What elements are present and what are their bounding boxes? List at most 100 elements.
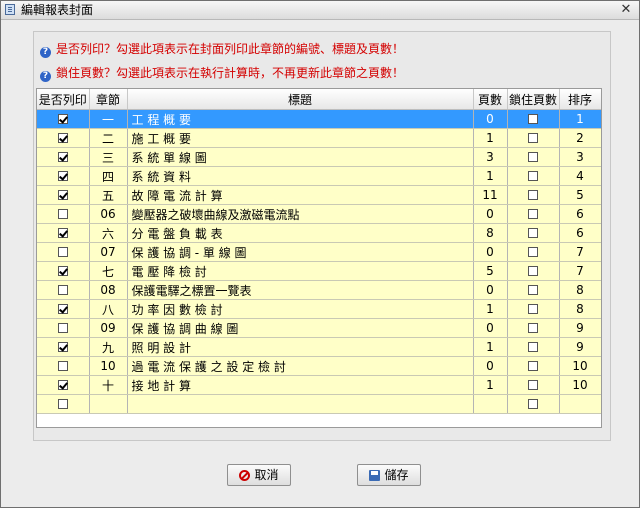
title-cell[interactable]: 故 障 電 流 計 算 [127,185,474,205]
print-checkbox[interactable] [57,190,68,200]
pages-cell[interactable]: 1 [473,375,508,395]
lock-cell[interactable] [507,337,560,357]
lock-cell[interactable] [507,394,560,414]
table-row[interactable]: 08 保護電驛之標置一覽表 0 8 [37,280,601,300]
col-header-title[interactable]: 標題 [127,89,474,110]
print-checkbox[interactable] [57,247,68,257]
lock-checkbox[interactable] [528,323,538,333]
lock-checkbox[interactable] [528,304,538,314]
chapter-cell[interactable]: 五 [89,185,128,205]
pages-cell[interactable] [473,394,508,414]
table-row[interactable]: 八功 率 因 數 檢 討1 8 [37,299,601,319]
print-cell[interactable] [37,280,90,300]
title-cell[interactable]: 過 電 流 保 護 之 設 定 檢 討 [127,356,474,376]
order-cell[interactable]: 3 [559,147,601,167]
lock-checkbox[interactable] [528,380,538,390]
lock-cell[interactable] [507,375,560,395]
lock-checkbox[interactable] [528,361,538,371]
print-cell[interactable] [37,166,90,186]
chapter-cell[interactable]: 一 [89,109,128,129]
lock-checkbox[interactable] [528,247,538,257]
order-cell[interactable]: 6 [559,223,601,243]
print-cell[interactable] [37,185,90,205]
chapter-cell[interactable]: 九 [89,337,128,357]
title-cell[interactable]: 分 電 盤 負 載 表 [127,223,474,243]
print-checkbox[interactable] [57,114,68,124]
title-cell[interactable]: 系 統 單 線 圖 [127,147,474,167]
table-row[interactable]: 一工 程 概 要0 1 [37,109,601,129]
order-cell[interactable]: 4 [559,166,601,186]
pages-cell[interactable]: 8 [473,223,508,243]
print-checkbox[interactable] [57,152,68,162]
lock-cell[interactable] [507,318,560,338]
order-cell[interactable]: 9 [559,337,601,357]
order-cell[interactable]: 10 [559,375,601,395]
print-checkbox[interactable] [57,266,68,276]
lock-checkbox[interactable] [528,342,538,352]
lock-cell[interactable] [507,128,560,148]
pages-cell[interactable]: 1 [473,128,508,148]
title-cell[interactable] [127,394,474,414]
table-row[interactable]: 06 變壓器之破壞曲線及激磁電流點 0 6 [37,204,601,224]
order-cell[interactable]: 6 [559,204,601,224]
title-cell[interactable]: 工 程 概 要 [127,109,474,129]
print-cell[interactable] [37,147,90,167]
title-cell[interactable]: 接 地 計 算 [127,375,474,395]
print-cell[interactable] [37,204,90,224]
title-cell[interactable]: 保 護 協 調 - 單 線 圖 [127,242,474,262]
table-row[interactable]: 五故 障 電 流 計 算 11 5 [37,185,601,205]
print-checkbox[interactable] [57,285,68,295]
save-button[interactable]: 儲存 [357,464,421,486]
order-cell[interactable]: 10 [559,356,601,376]
table-row[interactable]: 07 保 護 協 調 - 單 線 圖07 [37,242,601,262]
print-cell[interactable] [37,356,90,376]
lock-cell[interactable] [507,356,560,376]
lock-cell[interactable] [507,223,560,243]
print-checkbox[interactable] [57,380,68,390]
table-row[interactable]: 九照 明 設 計1 9 [37,337,601,357]
lock-checkbox[interactable] [528,285,538,295]
title-bar[interactable]: 編輯報表封面 ✕ [1,1,639,20]
lock-checkbox[interactable] [528,228,538,238]
lock-cell[interactable] [507,261,560,281]
print-checkbox[interactable] [57,361,68,371]
chapter-grid[interactable]: 是否列印 章節 標題 頁數 鎖住頁數 排序 一工 程 概 要01二施 工 概 要… [36,88,602,428]
order-cell[interactable]: 8 [559,299,601,319]
pages-cell[interactable]: 1 [473,337,508,357]
lock-cell[interactable] [507,280,560,300]
lock-checkbox[interactable] [528,190,538,200]
print-checkbox[interactable] [57,342,68,352]
cancel-button[interactable]: 取消 [227,464,291,486]
table-row[interactable] [37,394,601,414]
lock-checkbox[interactable] [528,152,538,162]
print-checkbox[interactable] [57,304,68,314]
order-cell[interactable]: 9 [559,318,601,338]
order-cell[interactable] [559,394,601,414]
chapter-cell[interactable]: 07 [89,242,128,262]
lock-cell[interactable] [507,147,560,167]
lock-cell[interactable] [507,299,560,319]
print-cell[interactable] [37,242,90,262]
chapter-cell[interactable]: 七 [89,261,128,281]
table-row[interactable]: 二施 工 概 要1 2 [37,128,601,148]
chapter-cell[interactable] [89,394,128,414]
print-cell[interactable] [37,261,90,281]
print-checkbox[interactable] [57,171,68,181]
title-cell[interactable]: 照 明 設 計 [127,337,474,357]
lock-cell[interactable] [507,166,560,186]
title-cell[interactable]: 系 統 資 料 [127,166,474,186]
col-header-pages[interactable]: 頁數 [473,89,508,110]
pages-cell[interactable]: 5 [473,261,508,281]
print-cell[interactable] [37,223,90,243]
print-checkbox[interactable] [57,323,68,333]
pages-cell[interactable]: 0 [473,242,508,262]
title-cell[interactable]: 電 壓 降 檢 討 [127,261,474,281]
chapter-cell[interactable]: 八 [89,299,128,319]
pages-cell[interactable]: 1 [473,299,508,319]
order-cell[interactable]: 7 [559,242,601,262]
table-row[interactable]: 六分 電 盤 負 載 表8 6 [37,223,601,243]
print-cell[interactable] [37,375,90,395]
table-row[interactable]: 10 過 電 流 保 護 之 設 定 檢 討 0 10 [37,356,601,376]
col-header-lock[interactable]: 鎖住頁數 [507,89,560,110]
close-icon[interactable]: ✕ [618,2,634,17]
